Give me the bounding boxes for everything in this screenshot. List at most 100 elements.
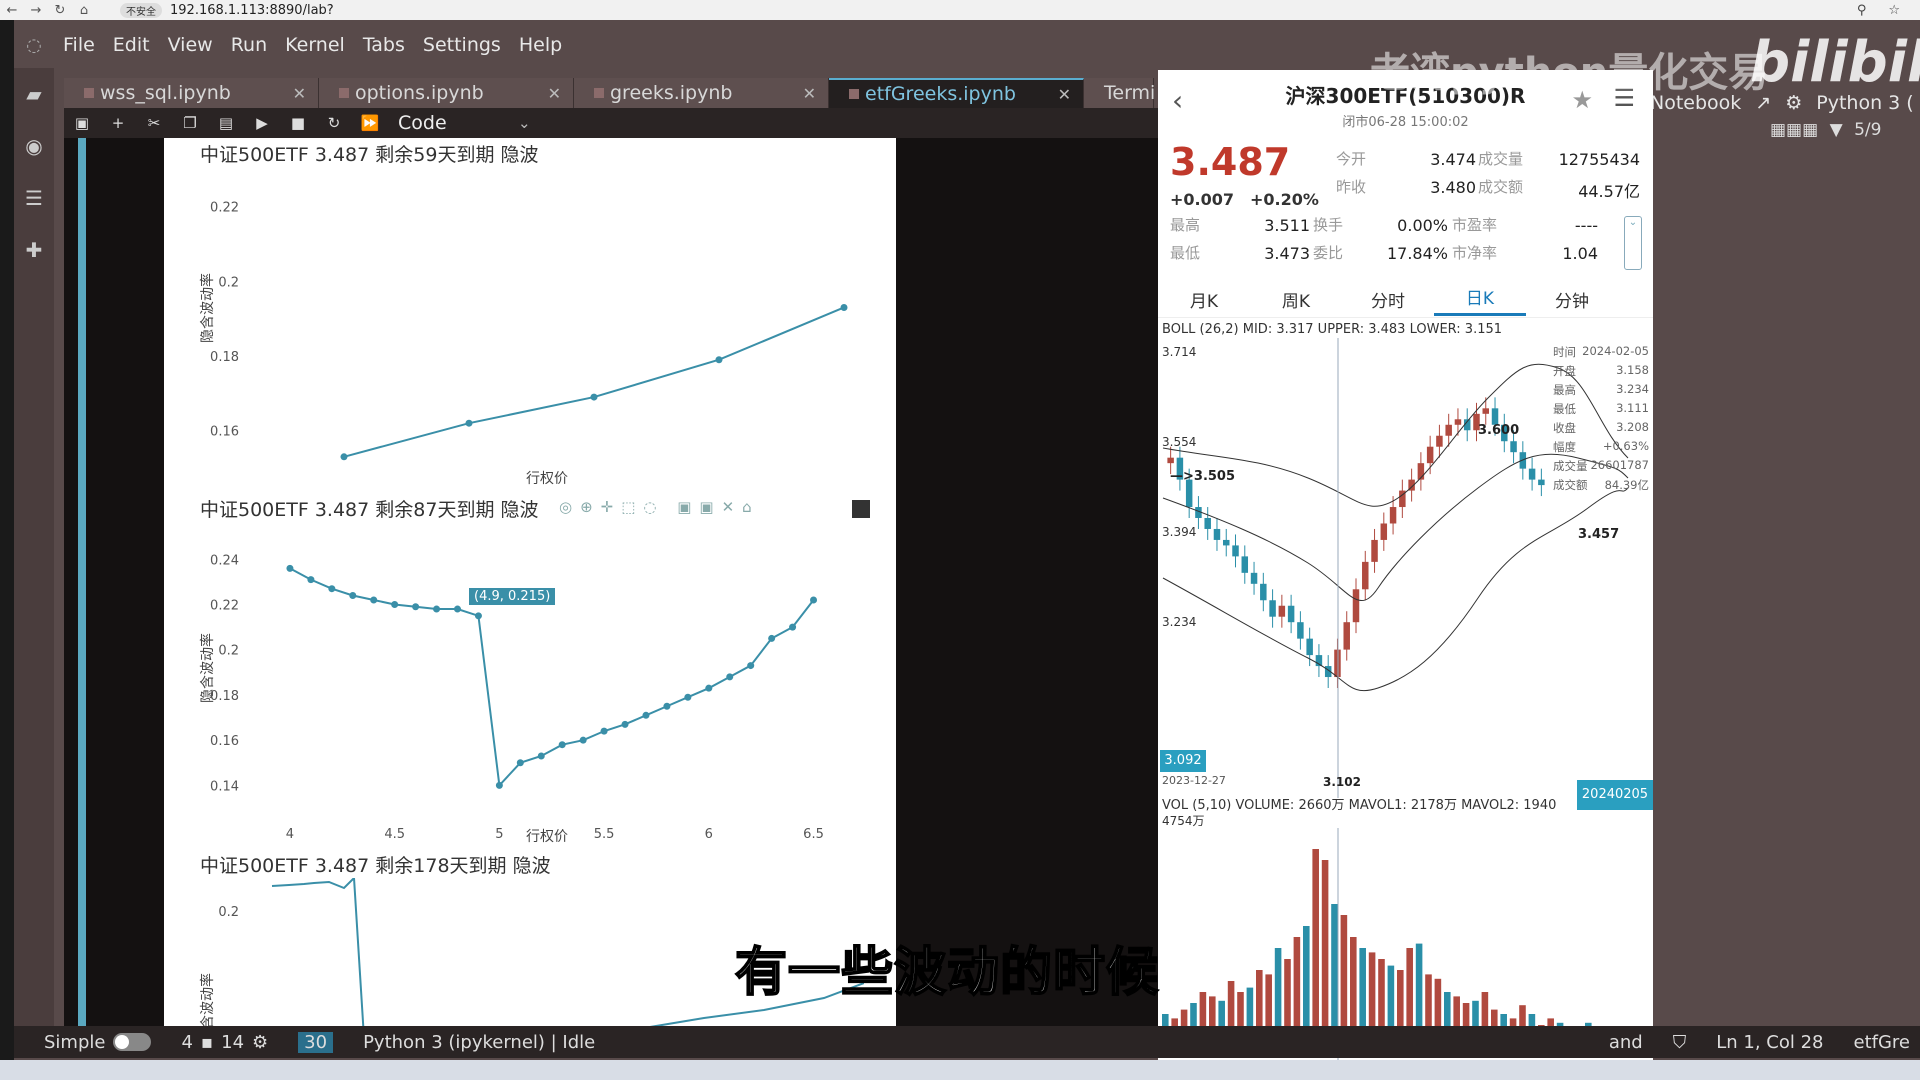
boll-indicator: BOLL (26,2) MID: 3.317 UPPER: 3.483 LOWE…: [1162, 322, 1503, 337]
tab-wss-sql[interactable]: wss_sql.ipynb ✕: [64, 78, 319, 108]
candle-body: [1389, 507, 1397, 524]
tab-options[interactable]: options.ipynb ✕: [319, 78, 574, 108]
info-key: 最低: [1553, 402, 1576, 416]
menu-file[interactable]: File: [54, 34, 104, 56]
address-bar[interactable]: 192.168.1.113:8890/lab?: [170, 3, 334, 18]
status-count-3[interactable]: 30: [298, 1031, 334, 1053]
info-value: 3.208: [1616, 420, 1649, 434]
run-all-icon[interactable]: ⏩: [352, 114, 388, 132]
add-cell-icon[interactable]: +: [100, 114, 136, 132]
close-icon[interactable]: ✕: [803, 84, 816, 103]
price-level-label: 3.234: [1162, 615, 1196, 629]
plotly-modebar[interactable]: ◎⊕✛⬚◌ ▣▣✕⌂: [559, 498, 760, 516]
stop-icon[interactable]: ■: [280, 114, 316, 132]
price-level-label: 3.394: [1162, 525, 1196, 539]
insecure-badge[interactable]: 不安全: [120, 2, 162, 18]
menu-tabs[interactable]: Tabs: [354, 34, 414, 56]
plotly-logo-icon[interactable]: [852, 500, 870, 518]
price-level-label: 3.554: [1162, 435, 1196, 449]
x-tick-label: 6.5: [803, 827, 824, 838]
expand-quotes-button[interactable]: ⌄: [1624, 216, 1642, 270]
bookmark-star-icon[interactable]: ☆: [1888, 3, 1900, 18]
tab-label: etfGreeks.ipynb: [865, 83, 1016, 105]
quote-value: 12755434: [1558, 150, 1640, 169]
menu-settings[interactable]: Settings: [414, 34, 510, 56]
save-icon[interactable]: ▣: [64, 114, 100, 132]
crosshair-date-badge: 20240205: [1577, 780, 1653, 810]
kernel-name[interactable]: Python 3 (: [1816, 92, 1913, 114]
info-row: 开盘 3.158: [1553, 363, 1649, 382]
candle-body: [1232, 545, 1239, 557]
tab-bar: wss_sql.ipynb ✕ options.ipynb ✕ greeks.ipy…: [64, 78, 1155, 108]
zoom-icon[interactable]: ⚲: [1857, 3, 1867, 18]
tab-etfgreeks[interactable]: etfGreeks.ipynb ✕: [829, 78, 1084, 108]
folder-icon[interactable]: ▰: [26, 82, 41, 106]
back-arrow-icon[interactable]: ‹: [1172, 84, 1183, 117]
candle-body: [1538, 479, 1545, 486]
back-icon[interactable]: ←: [0, 3, 24, 18]
data-point: [726, 673, 734, 681]
cell-type-select[interactable]: Code: [398, 112, 518, 134]
candle-info-panel: 时间 2024-02-05 开盘 3.158 最高 3.234 最低 3.111 收盘 3.208…: [1553, 344, 1649, 496]
quote-label: 昨收: [1336, 178, 1367, 196]
toc-icon[interactable]: ☰: [25, 186, 43, 210]
extension-icon[interactable]: ✚: [26, 238, 43, 262]
data-point: [590, 393, 598, 401]
close-icon[interactable]: ✕: [548, 84, 561, 103]
tab-monthly-k[interactable]: 月K: [1158, 287, 1250, 312]
forward-icon[interactable]: →: [24, 3, 48, 18]
candle-body: [1371, 539, 1378, 562]
reload-icon[interactable]: ↻: [48, 3, 72, 18]
data-point: [391, 601, 399, 609]
watermark-text: 老湾python量化交易: [1370, 50, 1769, 96]
kernel-status[interactable]: Python 3 (ipykernel) | Idle: [363, 1032, 595, 1053]
info-value: 26601787: [1590, 458, 1649, 472]
candle-body: [1445, 424, 1452, 436]
terminal-icon[interactable]: ▪: [201, 1032, 213, 1053]
tab-daily-k[interactable]: 日K: [1434, 284, 1526, 316]
tab-minute[interactable]: 分钟: [1526, 287, 1618, 312]
tab-intraday[interactable]: 分时: [1342, 287, 1434, 312]
paste-icon[interactable]: ▤: [208, 114, 244, 132]
menu-bar: ◌ File Edit View Run Kernel Tabs Setting…: [14, 30, 571, 60]
restart-icon[interactable]: ↻: [316, 114, 352, 132]
settings-gear-icon[interactable]: ⚙: [1785, 92, 1802, 114]
cell-counter: 5/9: [1854, 120, 1882, 140]
candle-body: [1260, 583, 1267, 601]
candle-body: [1287, 605, 1295, 623]
info-value: 3.234: [1616, 382, 1649, 396]
quote-label: 成交额: [1478, 178, 1524, 196]
image-icon[interactable]: ▦▦▦: [1770, 120, 1818, 140]
candle-body: [1528, 468, 1536, 480]
last-marker-label: 3.457: [1578, 527, 1619, 542]
tab-weekly-k[interactable]: 周K: [1250, 287, 1342, 312]
run-icon[interactable]: ▶: [244, 114, 280, 132]
running-icon[interactable]: ◉: [25, 134, 42, 158]
menu-edit[interactable]: Edit: [104, 34, 159, 56]
iv-chart-1[interactable]: 0.16 0.18 0.2 0.22 5 5.5 6: [164, 158, 864, 488]
tab-terminal[interactable]: Termi: [1084, 78, 1155, 108]
chevron-down-icon[interactable]: ⌄: [518, 114, 531, 132]
menu-kernel[interactable]: Kernel: [276, 34, 354, 56]
menu-run[interactable]: Run: [222, 34, 276, 56]
info-value: 84.39亿: [1604, 478, 1649, 492]
close-icon[interactable]: ✕: [293, 84, 306, 103]
stock-app-window: ‹ 沪深300ETF(510300)R 闭市06-28 15:00:02 ★ ☰…: [1158, 70, 1653, 1060]
home-icon[interactable]: ⌂: [72, 3, 96, 18]
copy-icon[interactable]: ❐: [172, 114, 208, 132]
candle-body: [1269, 600, 1276, 617]
menu-help[interactable]: Help: [510, 34, 571, 56]
cut-icon[interactable]: ✂: [136, 114, 172, 132]
menu-view[interactable]: View: [159, 34, 222, 56]
simple-mode-toggle[interactable]: [113, 1033, 152, 1051]
kernel-activity-icon: ⚙: [252, 1031, 269, 1053]
active-cell-indicator[interactable]: [78, 138, 86, 1038]
price-level-label: 3.714: [1162, 345, 1196, 359]
data-point: [600, 727, 608, 735]
cursor-position[interactable]: Ln 1, Col 28: [1716, 1032, 1823, 1053]
iv-chart-2[interactable]: 0.14 0.16 0.18 0.2 0.22 0.24 4 4.5 5 5.5 6 6.5: [164, 518, 864, 838]
info-key: 成交量: [1553, 459, 1588, 473]
close-icon[interactable]: ✕: [1058, 85, 1071, 104]
tab-greeks[interactable]: greeks.ipynb ✕: [574, 78, 829, 108]
filter-icon[interactable]: ▼: [1830, 120, 1843, 140]
